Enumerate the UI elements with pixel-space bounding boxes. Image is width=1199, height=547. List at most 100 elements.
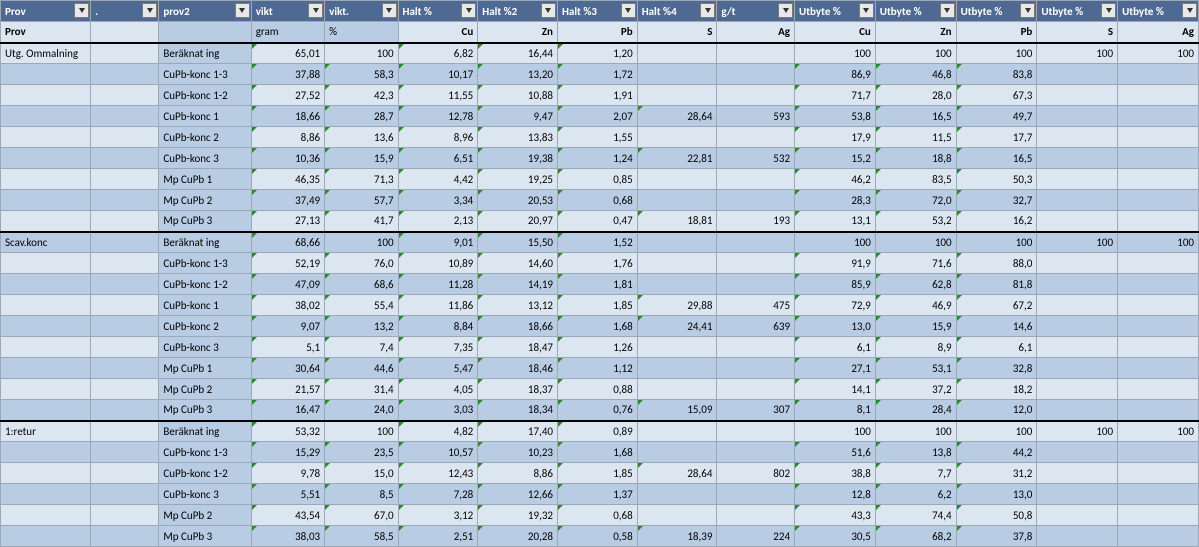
data-cell[interactable] — [1037, 463, 1118, 484]
data-cell[interactable]: 100 — [1037, 421, 1118, 442]
data-cell[interactable]: 0,76 — [557, 400, 637, 421]
data-cell[interactable]: 100 — [1118, 421, 1199, 442]
data-cell[interactable]: 62,8 — [875, 274, 956, 295]
data-cell[interactable]: 6,1 — [795, 337, 876, 358]
data-cell[interactable]: 0,88 — [557, 379, 637, 400]
data-cell[interactable] — [1037, 442, 1118, 463]
data-cell[interactable]: 72,0 — [875, 190, 956, 211]
column-header[interactable]: Utbyte % — [795, 1, 876, 22]
data-cell[interactable]: 14,19 — [478, 274, 558, 295]
data-cell[interactable] — [637, 274, 717, 295]
data-cell[interactable]: 13,1 — [795, 211, 876, 232]
data-cell[interactable]: 0,89 — [557, 421, 637, 442]
data-cell[interactable]: 46,8 — [875, 64, 956, 85]
data-cell[interactable]: 43,3 — [795, 505, 876, 526]
data-cell[interactable]: 1,20 — [557, 43, 637, 64]
data-cell[interactable] — [1037, 106, 1118, 127]
data-cell[interactable]: 0,68 — [557, 505, 637, 526]
data-cell[interactable]: 5,47 — [398, 358, 478, 379]
data-cell[interactable]: 1,76 — [557, 253, 637, 274]
data-cell[interactable]: 11,5 — [875, 127, 956, 148]
data-cell[interactable]: 6,82 — [398, 43, 478, 64]
data-cell[interactable] — [717, 337, 795, 358]
data-cell[interactable] — [1118, 316, 1199, 337]
data-cell[interactable]: 13,0 — [956, 484, 1037, 505]
data-cell[interactable]: 6,51 — [398, 148, 478, 169]
data-cell[interactable]: 18,37 — [478, 379, 558, 400]
data-cell[interactable]: 28,7 — [325, 106, 398, 127]
data-cell[interactable]: 639 — [717, 316, 795, 337]
data-cell[interactable] — [717, 232, 795, 253]
data-cell[interactable] — [1037, 85, 1118, 106]
data-cell[interactable]: 100 — [1118, 232, 1199, 253]
column-header[interactable]: Utbyte % — [1118, 1, 1199, 22]
data-cell[interactable]: 13,0 — [795, 316, 876, 337]
data-cell[interactable] — [637, 64, 717, 85]
column-header[interactable]: Halt %4 — [637, 1, 717, 22]
data-cell[interactable]: 28,64 — [637, 463, 717, 484]
data-cell[interactable]: 100 — [325, 421, 398, 442]
data-cell[interactable]: 100 — [875, 421, 956, 442]
data-cell[interactable]: 9,47 — [478, 106, 558, 127]
filter-dropdown-icon[interactable] — [142, 3, 157, 18]
data-cell[interactable]: 58,3 — [325, 64, 398, 85]
data-cell[interactable]: 1,26 — [557, 337, 637, 358]
data-cell[interactable] — [1037, 253, 1118, 274]
data-cell[interactable] — [1118, 190, 1199, 211]
data-cell[interactable]: 13,12 — [478, 295, 558, 316]
column-header[interactable]: Utbyte % — [956, 1, 1037, 22]
filter-dropdown-icon[interactable] — [1101, 3, 1116, 18]
data-cell[interactable]: 2,51 — [398, 526, 478, 547]
data-cell[interactable]: 3,03 — [398, 400, 478, 421]
data-cell[interactable] — [717, 379, 795, 400]
data-cell[interactable]: 12,0 — [956, 400, 1037, 421]
data-cell[interactable]: 29,88 — [637, 295, 717, 316]
data-cell[interactable]: 20,97 — [478, 211, 558, 232]
data-cell[interactable] — [1118, 295, 1199, 316]
data-cell[interactable] — [1037, 484, 1118, 505]
data-cell[interactable]: 23,5 — [325, 442, 398, 463]
data-cell[interactable]: 18,81 — [637, 211, 717, 232]
data-cell[interactable] — [637, 190, 717, 211]
data-cell[interactable]: 71,7 — [795, 85, 876, 106]
data-cell[interactable]: 0,85 — [557, 169, 637, 190]
data-cell[interactable] — [717, 64, 795, 85]
column-header[interactable]: Halt %2 — [478, 1, 558, 22]
data-cell[interactable] — [717, 190, 795, 211]
data-cell[interactable]: 9,07 — [251, 316, 324, 337]
data-cell[interactable]: 18,46 — [478, 358, 558, 379]
data-cell[interactable]: 2,07 — [557, 106, 637, 127]
data-cell[interactable] — [637, 253, 717, 274]
data-cell[interactable] — [717, 127, 795, 148]
data-cell[interactable]: 9,01 — [398, 232, 478, 253]
data-cell[interactable]: 100 — [875, 43, 956, 64]
data-cell[interactable]: 13,20 — [478, 64, 558, 85]
filter-dropdown-icon[interactable] — [308, 3, 323, 18]
data-cell[interactable]: 67,3 — [956, 85, 1037, 106]
data-cell[interactable]: 52,19 — [251, 253, 324, 274]
data-cell[interactable]: 15,2 — [795, 148, 876, 169]
data-cell[interactable]: 44,2 — [956, 442, 1037, 463]
data-cell[interactable]: 76,0 — [325, 253, 398, 274]
data-cell[interactable]: 13,2 — [325, 316, 398, 337]
filter-dropdown-icon[interactable] — [1020, 3, 1035, 18]
data-cell[interactable]: 100 — [1037, 232, 1118, 253]
data-cell[interactable]: 18,66 — [251, 106, 324, 127]
data-cell[interactable]: 67,0 — [325, 505, 398, 526]
data-cell[interactable]: 18,39 — [637, 526, 717, 547]
data-cell[interactable] — [1037, 358, 1118, 379]
data-cell[interactable]: 1,55 — [557, 127, 637, 148]
data-cell[interactable] — [1037, 526, 1118, 547]
data-cell[interactable]: 1,12 — [557, 358, 637, 379]
data-cell[interactable]: 0,68 — [557, 190, 637, 211]
data-cell[interactable]: 224 — [717, 526, 795, 547]
data-cell[interactable]: 30,5 — [795, 526, 876, 547]
column-header[interactable]: Prov — [1, 1, 91, 22]
data-cell[interactable] — [1037, 295, 1118, 316]
data-cell[interactable]: 88,0 — [956, 253, 1037, 274]
data-cell[interactable]: 50,3 — [956, 169, 1037, 190]
column-header[interactable]: Halt % — [398, 1, 478, 22]
data-cell[interactable]: 100 — [325, 232, 398, 253]
data-cell[interactable]: 100 — [325, 43, 398, 64]
data-cell[interactable]: 12,66 — [478, 484, 558, 505]
